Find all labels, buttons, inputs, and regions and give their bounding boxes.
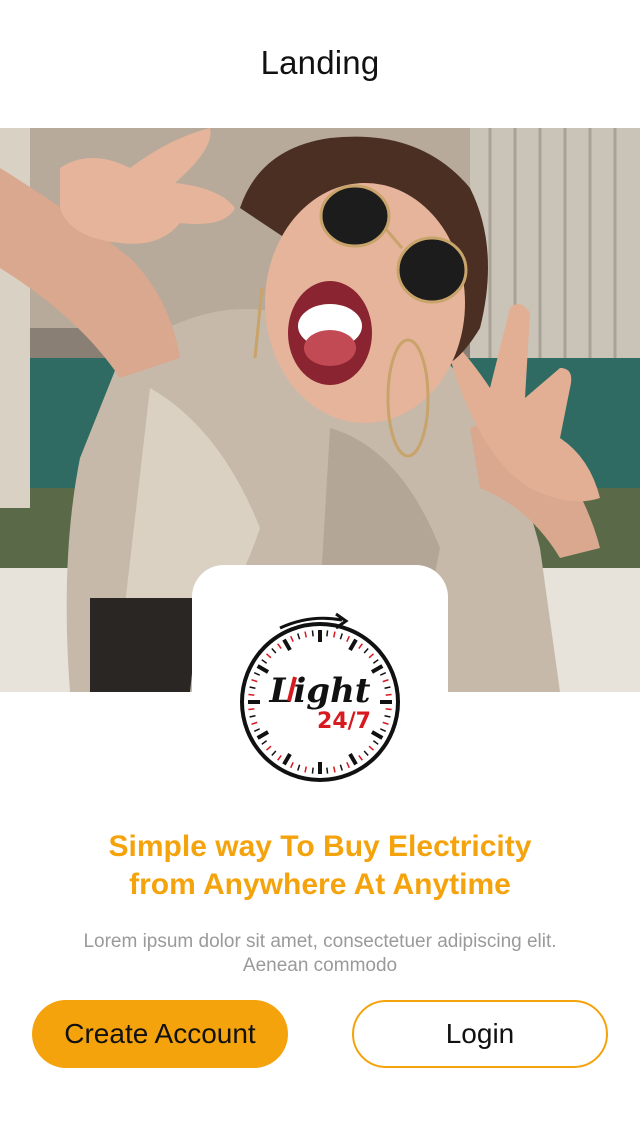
create-account-label: Create Account — [64, 1018, 256, 1049]
page-title: Landing — [0, 0, 640, 128]
create-account-button[interactable]: Create Account — [32, 1000, 288, 1068]
headline: Simple way To Buy Electricity from Anywh… — [0, 828, 640, 904]
page-title-text: Landing — [260, 44, 380, 81]
headline-line-1: Simple way To Buy Electricity — [108, 830, 532, 863]
logo-hours: 24/7 — [317, 709, 371, 734]
headline-line-2: from Anywhere At Anytime — [129, 868, 511, 901]
login-label: Login — [445, 1018, 515, 1049]
description-text: Lorem ipsum dolor sit amet, consectetuer… — [83, 931, 557, 976]
login-button[interactable]: Login — [352, 1000, 608, 1068]
logo-word: Light — [268, 671, 370, 711]
light-247-logo: Light 24/7 — [226, 606, 414, 794]
